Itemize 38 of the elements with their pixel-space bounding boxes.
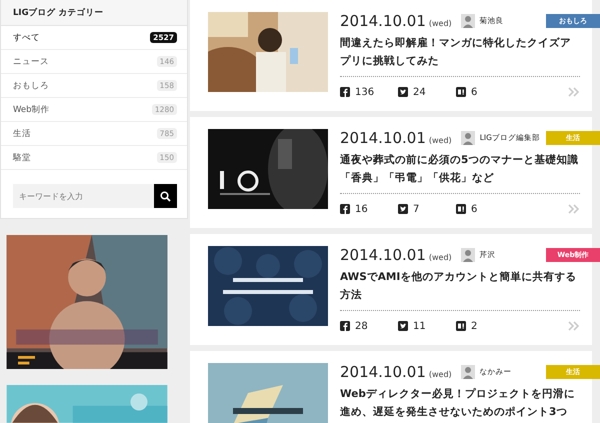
bookmark-icon bbox=[456, 321, 466, 331]
twitter-icon bbox=[398, 204, 408, 214]
bookmark-count: 6 bbox=[471, 86, 478, 98]
weekday: (wed) bbox=[428, 134, 452, 144]
bookmark-count: 2 bbox=[471, 320, 478, 332]
twitter-icon bbox=[398, 321, 408, 331]
weekday: (wed) bbox=[428, 368, 452, 378]
bookmark-icon bbox=[456, 204, 466, 214]
article-title[interactable]: AWSでAMIを他のアカウントと簡単に共有する方法 bbox=[340, 268, 580, 304]
post-date: 2014.10.01 bbox=[340, 12, 426, 30]
twitter-icon bbox=[398, 87, 408, 97]
facebook-icon bbox=[340, 87, 350, 97]
tweet-count: 24 bbox=[413, 86, 426, 98]
tweet-count: 7 bbox=[413, 204, 420, 214]
post-date: 2014.10.01 bbox=[340, 363, 426, 381]
bookmark-icon bbox=[456, 87, 466, 97]
share-count: 28 bbox=[355, 320, 368, 332]
article-title[interactable]: Webディレクター必見！プロジェクトを円滑に進め、遅延を発生させないためのポイント3つ bbox=[340, 385, 580, 421]
article-title[interactable]: 通夜や葬式の前に必須の5つのマナーと基礎知識「香典」「弔電」「供花」など bbox=[340, 151, 580, 187]
post-date: 2014.10.01 bbox=[340, 129, 426, 147]
avatar-icon bbox=[460, 365, 475, 379]
facebook-icon bbox=[340, 321, 350, 331]
tweet-count: 11 bbox=[413, 320, 426, 332]
avatar-icon bbox=[460, 248, 475, 262]
facebook-icon bbox=[340, 204, 350, 214]
bookmark-count: 6 bbox=[471, 204, 478, 214]
weekday: (wed) bbox=[428, 18, 452, 28]
weekday: (wed) bbox=[428, 252, 452, 262]
avatar-icon bbox=[460, 14, 475, 28]
search-field[interactable]: キーワードを入力 bbox=[13, 184, 154, 208]
panel-title: LIGブログ カテゴリー bbox=[1, 0, 187, 26]
article-title[interactable]: 間違えたら即解雇！マンガに特化したクイズアプリに挑戦してみた bbox=[340, 34, 580, 70]
share-count: 136 bbox=[355, 86, 374, 98]
search-button[interactable] bbox=[154, 184, 177, 208]
search-icon bbox=[160, 190, 171, 202]
post-date: 2014.10.01 bbox=[340, 246, 426, 264]
avatar-icon bbox=[460, 131, 475, 145]
share-count: 16 bbox=[355, 204, 368, 214]
